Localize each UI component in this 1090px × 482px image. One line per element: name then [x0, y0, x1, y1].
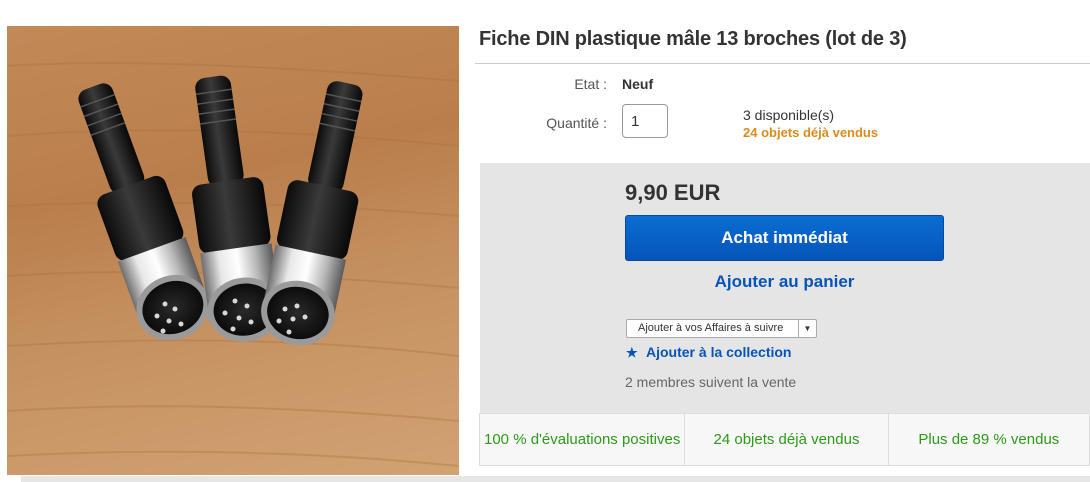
quantity-input[interactable] — [622, 104, 668, 138]
product-image[interactable] — [7, 26, 459, 475]
condition-value: Neuf — [622, 76, 654, 92]
stat-positive-feedback: 100 % d'évaluations positives — [480, 414, 686, 465]
horizontal-scrollbar[interactable] — [0, 476, 1090, 482]
caret-down-icon[interactable]: ▼ — [798, 320, 816, 337]
product-photo-svg — [7, 62, 459, 467]
condition-label: Etat : — [574, 76, 607, 92]
followers-count: 2 membres suivent la vente — [625, 374, 797, 390]
price: 9,90 EUR — [625, 180, 721, 205]
watchlist-dropdown-label: Ajouter à vos Affaires à suivre — [638, 322, 784, 334]
add-to-cart-link[interactable]: Ajouter au panier — [625, 272, 944, 292]
buy-now-button[interactable]: Achat immédiat — [625, 215, 944, 261]
stat-items-sold: 24 objets déjà vendus — [685, 414, 889, 465]
add-to-collection-link[interactable]: ★ Ajouter à la collection — [626, 344, 791, 361]
product-title: Fiche DIN plastique mâle 13 broches (lot… — [479, 28, 907, 50]
sold-count: 24 objets déjà vendus — [743, 125, 879, 140]
watchlist-dropdown[interactable]: Ajouter à vos Affaires à suivre ▼ — [626, 319, 817, 338]
seller-stats-bar: 100 % d'évaluations positives 24 objets … — [479, 413, 1090, 466]
stat-percent-sold: Plus de 89 % vendus — [918, 430, 1060, 448]
scrollbar-gutter — [0, 476, 21, 482]
add-to-collection-label: Ajouter à la collection — [646, 344, 792, 360]
available-quantity: 3 disponible(s) — [743, 107, 835, 123]
title-divider — [475, 63, 1090, 64]
quantity-label: Quantité : — [546, 115, 607, 131]
star-icon: ★ — [626, 345, 638, 360]
